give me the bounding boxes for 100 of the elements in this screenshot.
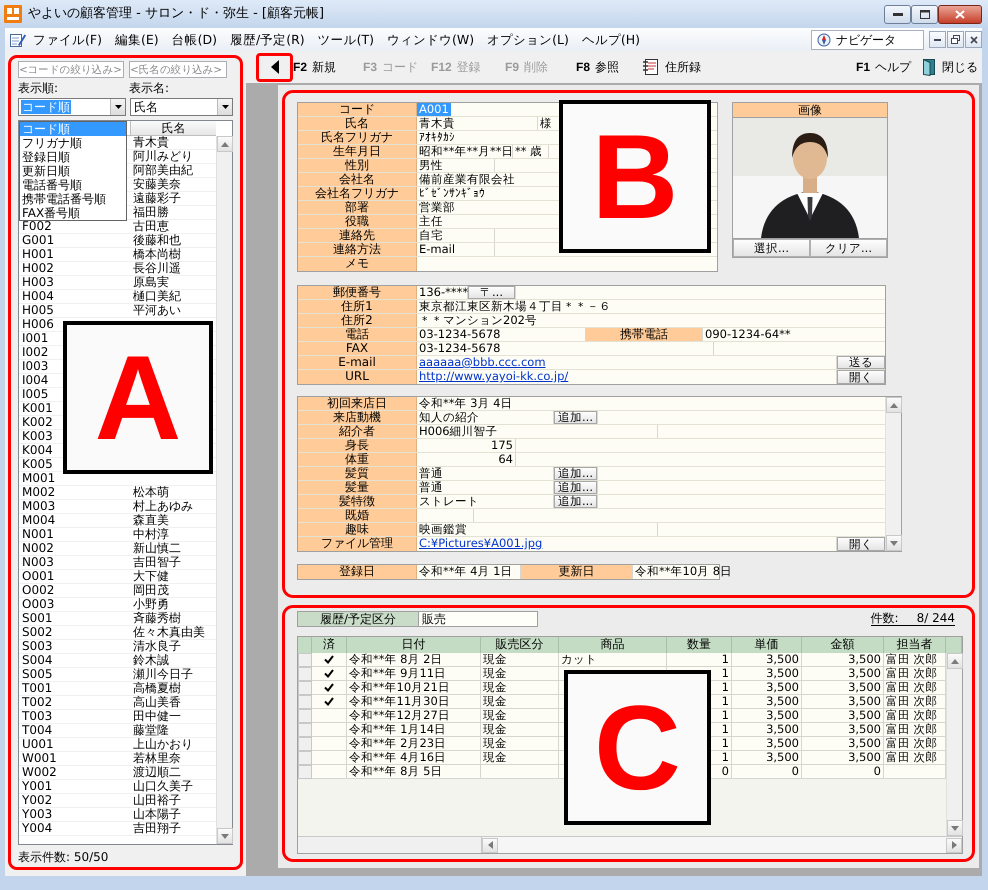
field-button[interactable]: 開く bbox=[837, 537, 885, 551]
close-button[interactable] bbox=[938, 4, 982, 24]
link[interactable]: http://www.yayoi-kk.co.jp/ bbox=[417, 370, 570, 384]
address-book-button[interactable]: 住所録 bbox=[642, 56, 722, 78]
dropdown-option[interactable]: 登録日順 bbox=[20, 150, 126, 164]
field-label: 性別 bbox=[298, 159, 417, 172]
callout-label: B bbox=[559, 100, 711, 253]
table-cell-text: I002 bbox=[21, 346, 50, 359]
dropdown-option[interactable]: FAX番号順 bbox=[20, 206, 126, 220]
field-button[interactable]: 追加... bbox=[554, 411, 597, 424]
link[interactable]: C:¥Pictures¥A001.jpg bbox=[417, 537, 544, 551]
function-key-button[interactable]: F8 参照 bbox=[576, 56, 642, 78]
table-cell-text: 村上あゆみ bbox=[132, 500, 194, 513]
callout-label: A bbox=[63, 321, 213, 474]
up-triangle-icon bbox=[890, 402, 898, 408]
maximize-button[interactable] bbox=[911, 4, 938, 24]
menu-item[interactable]: ファイル(F) bbox=[27, 30, 108, 48]
dropdown-option[interactable]: 更新日順 bbox=[20, 164, 126, 178]
field-button[interactable]: 追加... bbox=[554, 481, 597, 494]
field-value: 175 bbox=[490, 439, 514, 452]
scroll-up-button[interactable] bbox=[886, 397, 902, 413]
field-value: 普通 bbox=[418, 481, 444, 494]
field-value: 映画鑑賞 bbox=[418, 523, 468, 536]
table-cell: 0 bbox=[802, 765, 884, 779]
up-triangle-icon bbox=[951, 658, 959, 664]
field-value: E-mail bbox=[418, 243, 456, 256]
scroll-down-button[interactable] bbox=[947, 820, 963, 836]
field-value: 090-1234-64** bbox=[704, 328, 792, 341]
scroll-up-button[interactable] bbox=[947, 653, 963, 669]
menu-item[interactable]: ヘルプ(H) bbox=[576, 30, 646, 48]
close-button[interactable] bbox=[965, 31, 982, 48]
table-cell-text: 斉藤秀樹 bbox=[132, 612, 182, 625]
field-button[interactable]: 追加... bbox=[554, 495, 597, 508]
count-label: 件数: bbox=[870, 611, 899, 625]
field-label: ファイル管理 bbox=[298, 537, 417, 551]
menu-item[interactable]: 台帳(D) bbox=[166, 30, 223, 48]
minimize-button[interactable] bbox=[929, 31, 946, 48]
field-button[interactable]: 送る bbox=[837, 356, 885, 369]
field-value: 東京都江東区新木場４丁目＊＊－６ bbox=[418, 300, 612, 313]
dropdown-option[interactable]: 電話番号順 bbox=[20, 178, 126, 192]
minimize-button[interactable] bbox=[884, 4, 911, 24]
table-cell-text: N002 bbox=[21, 542, 55, 555]
scroll-up-button[interactable] bbox=[217, 136, 233, 152]
table-cell-text: 高山美香 bbox=[132, 696, 182, 709]
menu-item[interactable]: ウィンドウ(W) bbox=[381, 30, 480, 48]
app-icon bbox=[4, 5, 22, 23]
field-label: 連絡先 bbox=[298, 229, 417, 242]
table-cell-text: 高橋夏樹 bbox=[132, 682, 182, 695]
field-label: E-mail bbox=[298, 356, 417, 369]
table-cell-text: Y001 bbox=[21, 780, 54, 793]
table-cell-text: H005 bbox=[21, 304, 55, 317]
minimize-icon bbox=[934, 38, 941, 40]
table-cell-text: S002 bbox=[21, 626, 54, 639]
menu-item[interactable]: 編集(E) bbox=[108, 30, 165, 48]
vertical-scrollbar[interactable] bbox=[946, 653, 962, 836]
field-label: 体重 bbox=[298, 453, 417, 466]
table-cell-text: 平河あい bbox=[132, 304, 182, 317]
function-key-button[interactable]: F2 新規 bbox=[293, 56, 363, 78]
field-button[interactable]: 開く bbox=[837, 370, 885, 384]
function-key-button[interactable]: F1 ヘルプ bbox=[856, 56, 911, 78]
table-cell-text: H001 bbox=[21, 248, 55, 261]
table-cell-text: M004 bbox=[21, 514, 56, 527]
field-label: URL bbox=[298, 370, 417, 384]
vertical-scrollbar[interactable] bbox=[216, 136, 232, 844]
display-dropdown[interactable]: 氏名 bbox=[130, 98, 233, 116]
menu-item[interactable]: ツール(T) bbox=[312, 30, 380, 48]
scroll-down-button[interactable] bbox=[886, 535, 902, 551]
link[interactable]: aaaaaa@bbb.ccc.com bbox=[417, 356, 548, 369]
restore-button[interactable] bbox=[947, 31, 964, 48]
table-cell-text: 樋口美紀 bbox=[132, 290, 182, 303]
right-triangle-icon bbox=[952, 841, 956, 849]
close-button[interactable]: 閉じる bbox=[921, 56, 978, 78]
scroll-right-button[interactable] bbox=[946, 838, 962, 852]
down-triangle-icon bbox=[221, 834, 229, 838]
table-cell-text: K003 bbox=[21, 430, 54, 443]
callout-label: C bbox=[564, 670, 711, 825]
table-cell-text: T003 bbox=[21, 710, 54, 723]
scroll-down-button[interactable] bbox=[217, 828, 233, 844]
field-value: 知人の紹介 bbox=[418, 411, 480, 424]
horizontal-scrollbar[interactable] bbox=[481, 837, 962, 853]
navigator-button[interactable]: ナビゲータ bbox=[811, 30, 924, 50]
field-button[interactable]: 〒... bbox=[468, 286, 515, 299]
table-cell-text: Y002 bbox=[21, 794, 54, 807]
table-cell-text: U001 bbox=[21, 738, 55, 751]
scroll-left-button[interactable] bbox=[482, 838, 498, 852]
dropdown-option[interactable]: フリガナ順 bbox=[20, 136, 126, 150]
field-label: 登録日 bbox=[298, 565, 417, 579]
vertical-scrollbar[interactable] bbox=[885, 397, 901, 551]
menu-item[interactable]: オプション(L) bbox=[481, 30, 575, 48]
field-button[interactable]: 追加... bbox=[554, 467, 597, 480]
code-filter-field[interactable]: <コードの絞り込み> bbox=[18, 61, 124, 78]
dropdown-option[interactable]: 携帯電話番号順 bbox=[20, 192, 126, 206]
field-label: 来店動機 bbox=[298, 411, 417, 424]
menu-item[interactable]: 履歴/予定(R) bbox=[224, 30, 311, 48]
photo-button[interactable]: クリア... bbox=[810, 239, 887, 257]
field-label: 身長 bbox=[298, 439, 417, 452]
table-cell-text: T001 bbox=[21, 682, 54, 695]
field-label: 連絡方法 bbox=[298, 243, 417, 256]
name-filter-field[interactable]: <氏名の絞り込み> bbox=[129, 61, 227, 78]
photo-button[interactable]: 選択... bbox=[733, 239, 810, 257]
